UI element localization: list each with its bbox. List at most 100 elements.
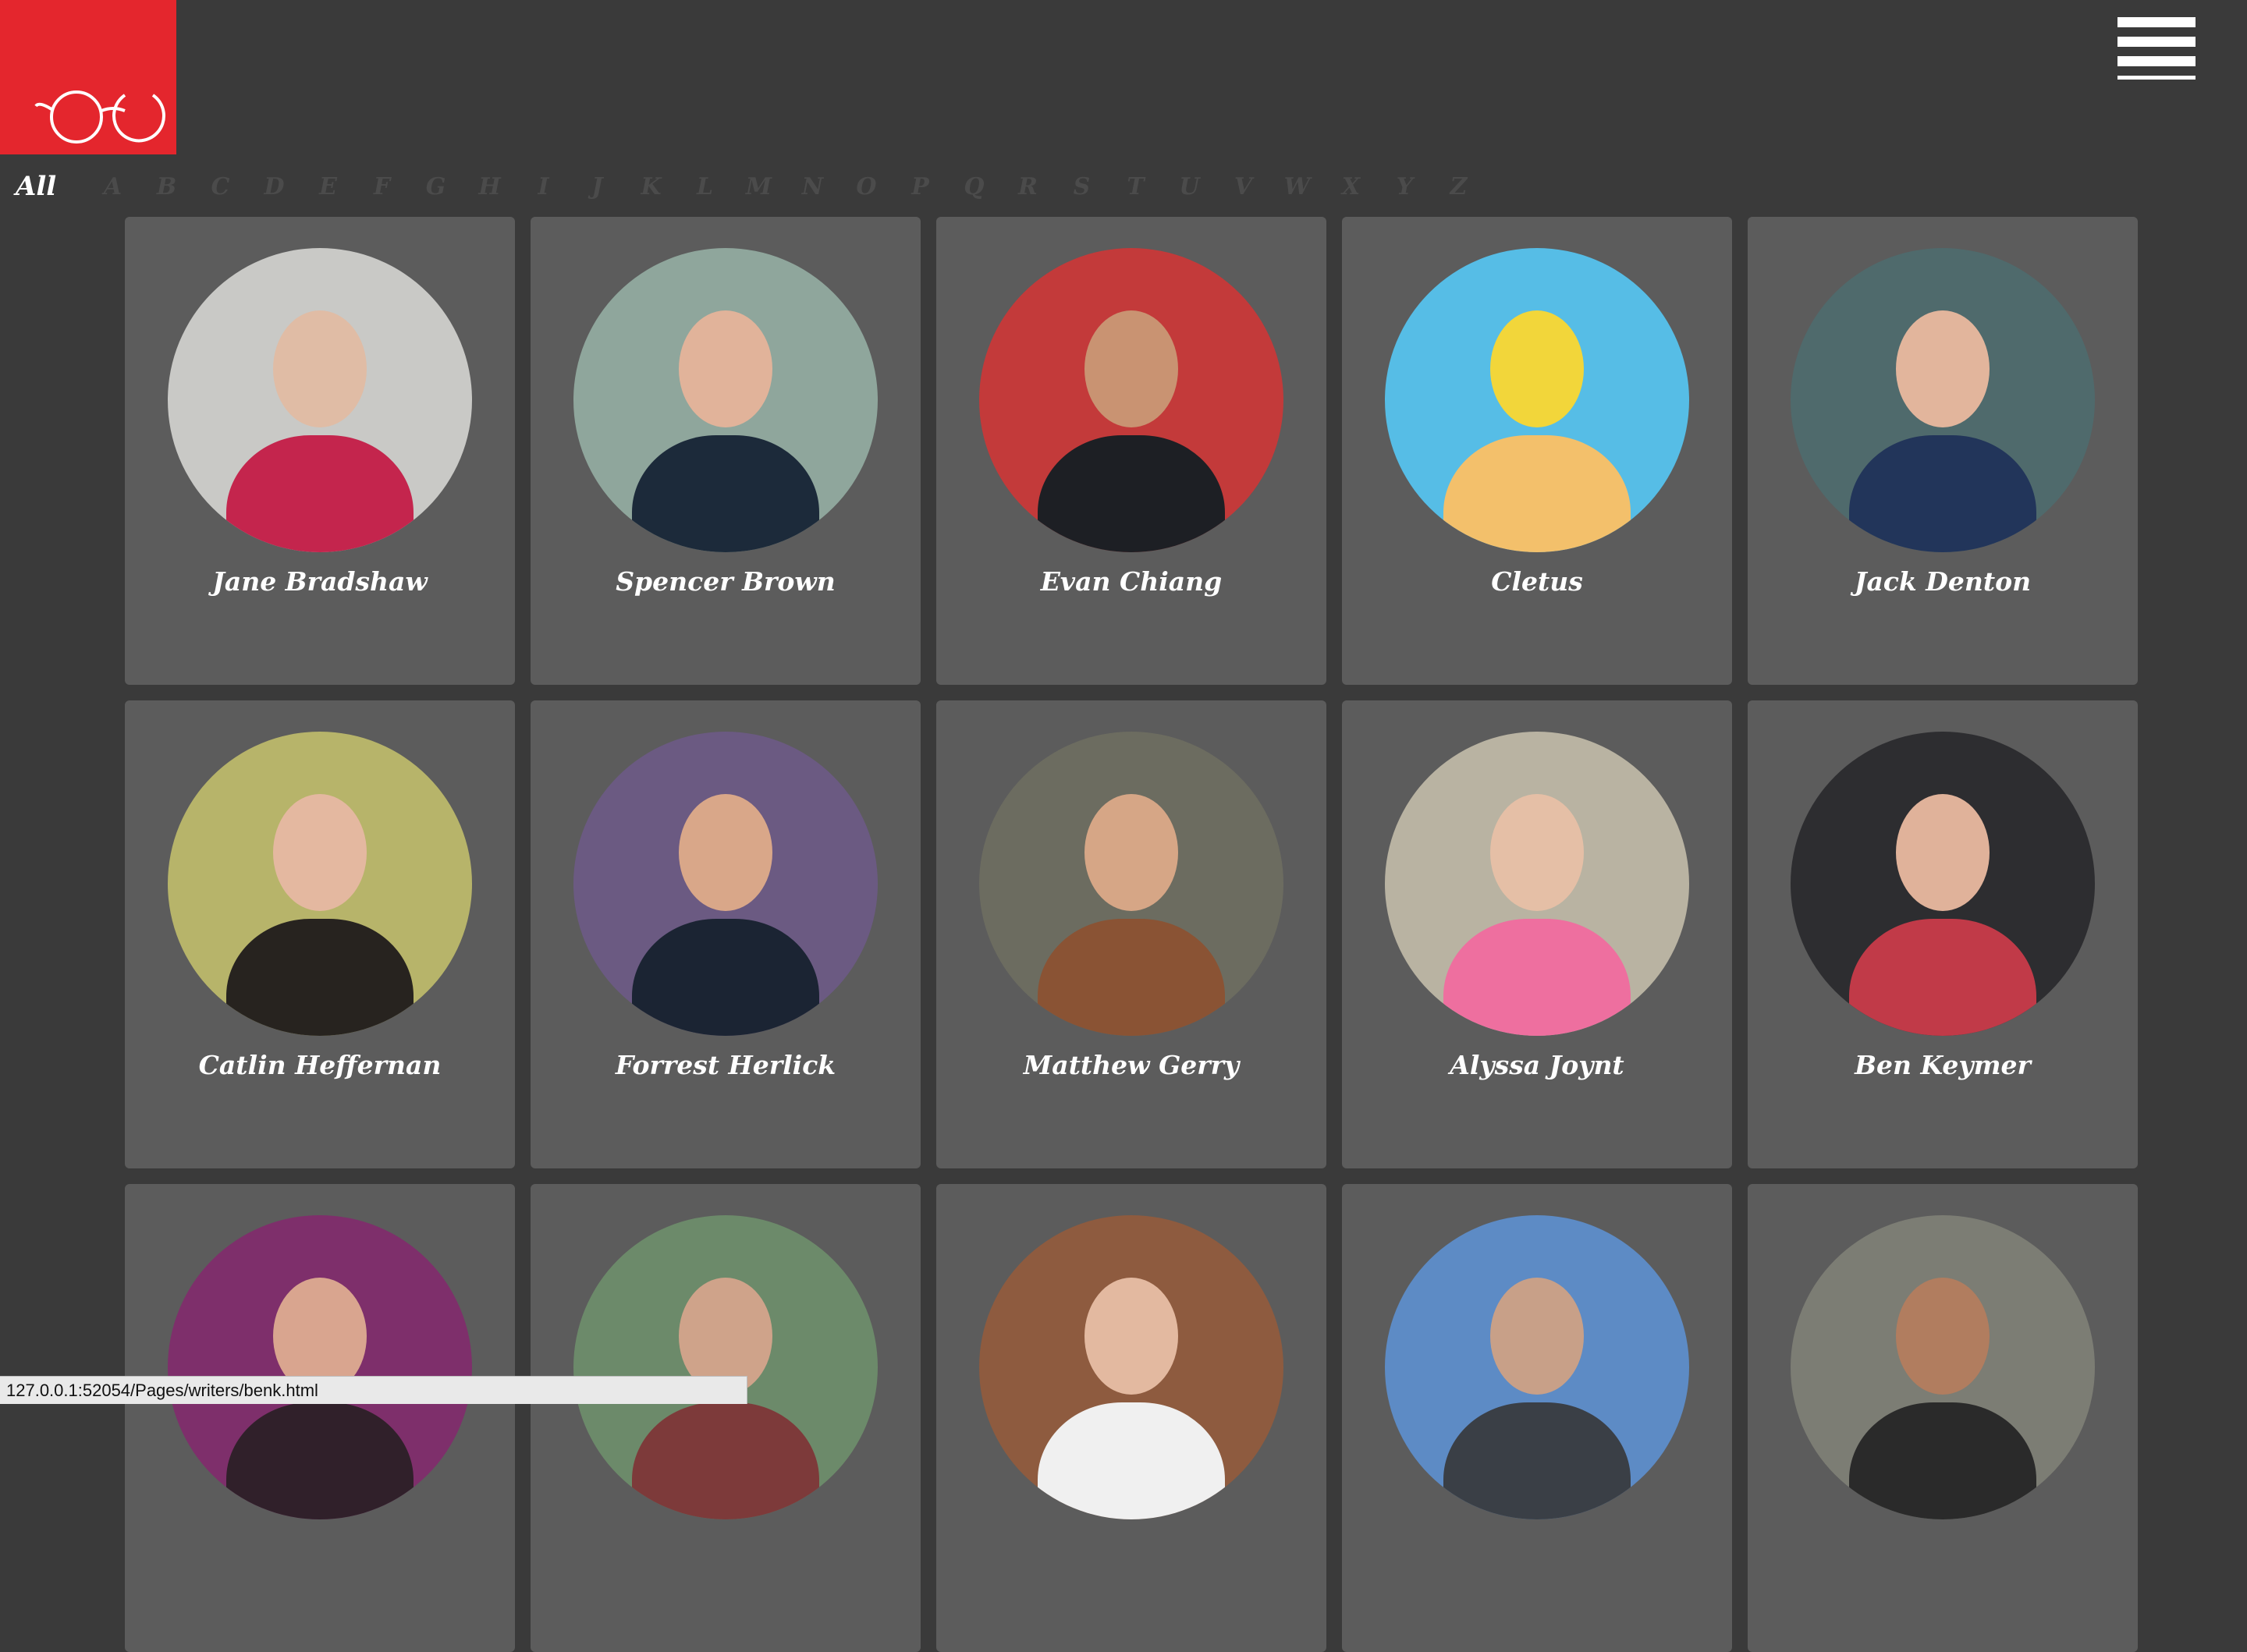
avatar-face — [1896, 794, 1990, 911]
avatar-face — [273, 794, 367, 911]
writer-avatar — [1791, 248, 2095, 552]
filter-letter-b[interactable]: B — [140, 173, 193, 200]
filter-letter-q[interactable]: Q — [947, 173, 1001, 200]
writer-card[interactable] — [531, 1184, 921, 1652]
filter-letter-n[interactable]: N — [786, 173, 840, 200]
writer-card[interactable]: Alyssa Joynt — [1342, 700, 1732, 1168]
avatar-face — [1084, 310, 1178, 427]
menu-bar — [2117, 56, 2196, 66]
avatar-figure — [1849, 435, 2036, 552]
filter-letter-d[interactable]: D — [247, 173, 301, 200]
glasses-icon — [34, 90, 165, 144]
filter-letter-z[interactable]: Z — [1432, 173, 1486, 200]
avatar-figure — [226, 919, 414, 1036]
writer-avatar — [168, 1215, 472, 1519]
writer-avatar — [573, 248, 878, 552]
writer-card[interactable] — [125, 1184, 515, 1652]
filter-letter-x[interactable]: X — [1324, 173, 1378, 200]
writer-card[interactable]: Jack Denton — [1748, 217, 2138, 685]
avatar-figure — [226, 435, 414, 552]
filter-letter-a[interactable]: A — [86, 173, 140, 200]
writer-avatar — [573, 732, 878, 1036]
filter-letter-j[interactable]: J — [570, 173, 624, 200]
filter-letter-i[interactable]: I — [516, 173, 570, 200]
avatar-figure — [1443, 435, 1631, 552]
avatar-face — [679, 310, 772, 427]
writer-avatar — [979, 248, 1283, 552]
hamburger-menu-button[interactable] — [2117, 17, 2196, 80]
writer-name: Jack Denton — [1854, 566, 2032, 597]
avatar-face — [273, 310, 367, 427]
filter-letter-l[interactable]: L — [678, 173, 732, 200]
avatar-face — [1084, 794, 1178, 911]
writer-avatar — [1791, 732, 2095, 1036]
writer-name: Evan Chiang — [1040, 566, 1223, 597]
filter-letter-o[interactable]: O — [840, 173, 893, 200]
avatar-face — [1896, 310, 1990, 427]
filter-letter-c[interactable]: C — [193, 173, 247, 200]
avatar-figure — [632, 435, 819, 552]
avatar-figure — [1849, 919, 2036, 1036]
filter-letter-e[interactable]: E — [301, 173, 355, 200]
writer-card[interactable]: Jane Bradshaw — [125, 217, 515, 685]
avatar-figure — [1038, 919, 1225, 1036]
writer-name: Jane Bradshaw — [212, 566, 428, 597]
writer-card[interactable]: Forrest Herlick — [531, 700, 921, 1168]
writer-card[interactable]: Ben Keymer — [1748, 700, 2138, 1168]
avatar-face — [679, 794, 772, 911]
writer-card[interactable]: Matthew Gerry — [936, 700, 1326, 1168]
writer-card[interactable]: Spencer Brown — [531, 217, 921, 685]
avatar-figure — [1443, 1402, 1631, 1519]
filter-letter-s[interactable]: S — [1055, 173, 1109, 200]
avatar-face — [1490, 310, 1584, 427]
writer-avatar — [1385, 732, 1689, 1036]
avatar-face — [1084, 1278, 1178, 1395]
browser-status-bar: 127.0.0.1:52054/Pages/writers/benk.html — [0, 1376, 747, 1404]
writer-card[interactable]: Cletus — [1342, 217, 1732, 685]
writer-name: Alyssa Joynt — [1450, 1050, 1624, 1080]
writer-name: Catlin Heffernan — [198, 1050, 442, 1080]
alphabet-filter: All ABCDEFGHIJKLMNOPQRSTUVWXYZ — [16, 167, 1486, 206]
writer-avatar — [979, 732, 1283, 1036]
writer-card[interactable]: Catlin Heffernan — [125, 700, 515, 1168]
filter-letter-h[interactable]: H — [463, 173, 516, 200]
writer-avatar — [168, 732, 472, 1036]
filter-letter-w[interactable]: W — [1270, 173, 1324, 200]
avatar-figure — [226, 1402, 414, 1519]
site-logo[interactable] — [0, 0, 176, 154]
filter-letter-k[interactable]: K — [624, 173, 678, 200]
avatar-figure — [1443, 919, 1631, 1036]
filter-letter-g[interactable]: G — [409, 173, 463, 200]
avatar-figure — [1849, 1402, 2036, 1519]
filter-letter-r[interactable]: R — [1001, 173, 1055, 200]
writer-avatar — [1385, 248, 1689, 552]
writer-avatar — [168, 248, 472, 552]
avatar-face — [1896, 1278, 1990, 1395]
filter-letter-t[interactable]: T — [1109, 173, 1163, 200]
writers-grid: Jane Bradshaw Spencer Brown Evan Chiang Cle… — [125, 217, 2138, 1652]
writer-name: Matthew Gerry — [1023, 1050, 1240, 1080]
avatar-figure — [632, 1402, 819, 1519]
writer-avatar — [1791, 1215, 2095, 1519]
filter-letter-u[interactable]: U — [1163, 173, 1216, 200]
writer-card[interactable] — [1748, 1184, 2138, 1652]
writer-name: Ben Keymer — [1855, 1050, 2031, 1080]
writer-card[interactable] — [1342, 1184, 1732, 1652]
writer-card[interactable] — [936, 1184, 1326, 1652]
avatar-figure — [1038, 435, 1225, 552]
writer-avatar — [1385, 1215, 1689, 1519]
filter-letter-m[interactable]: M — [732, 173, 786, 200]
hamburger-menu-icon — [2117, 17, 2196, 27]
filter-letter-y[interactable]: Y — [1378, 173, 1432, 200]
filter-letter-f[interactable]: F — [355, 173, 409, 200]
filter-letter-v[interactable]: V — [1216, 173, 1270, 200]
filter-all[interactable]: All — [16, 171, 62, 202]
writer-avatar — [979, 1215, 1283, 1519]
writer-card[interactable]: Evan Chiang — [936, 217, 1326, 685]
writer-avatar — [573, 1215, 878, 1519]
avatar-face — [1490, 794, 1584, 911]
menu-bar — [2117, 76, 2196, 80]
avatar-face — [1490, 1278, 1584, 1395]
avatar-figure — [632, 919, 819, 1036]
filter-letter-p[interactable]: P — [893, 173, 947, 200]
